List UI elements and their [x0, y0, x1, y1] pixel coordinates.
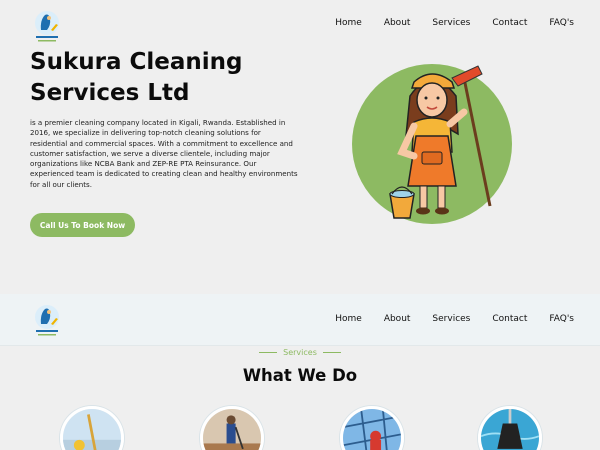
nav-about[interactable]: About: [384, 314, 411, 324]
sticky-main-nav: Home About Services Contact FAQ's: [335, 314, 574, 324]
service-image-pool-cleaning[interactable]: [478, 406, 542, 450]
service-image-window-cleaning[interactable]: [340, 406, 404, 450]
nav-home[interactable]: Home: [335, 18, 362, 28]
nav-contact[interactable]: Contact: [492, 18, 527, 28]
company-logo[interactable]: [32, 304, 62, 338]
nav-faqs[interactable]: FAQ's: [549, 314, 574, 324]
service-image-office-cleaning[interactable]: [200, 406, 264, 450]
services-title: What We Do: [242, 366, 358, 385]
nav-contact[interactable]: Contact: [492, 314, 527, 324]
service-image-floor-mopping[interactable]: [60, 406, 124, 450]
divider-left: [259, 352, 278, 353]
services-eyebrow-label: Services: [283, 348, 317, 357]
cleaning-lady-illustration: [352, 64, 512, 224]
pool-cleaning-image: [481, 409, 539, 450]
main-nav: Home About Services Contact FAQ's: [335, 18, 574, 28]
hero-description: is a premier cleaning company located in…: [30, 118, 298, 189]
call-to-book-button[interactable]: Call Us To Book Now: [30, 213, 135, 237]
top-navbar: Home About Services Contact FAQ's: [0, 0, 600, 52]
sticky-navbar: Home About Services Contact FAQ's: [0, 294, 600, 346]
office-cleaning-image: [203, 409, 261, 450]
nav-services[interactable]: Services: [432, 314, 470, 324]
services-eyebrow: Services: [0, 348, 600, 357]
company-logo[interactable]: [32, 10, 62, 44]
nav-faqs[interactable]: FAQ's: [549, 18, 574, 28]
nav-about[interactable]: About: [384, 18, 411, 28]
floor-mopping-image: [63, 409, 121, 450]
window-cleaning-image: [343, 409, 401, 450]
nav-services[interactable]: Services: [432, 18, 470, 28]
divider-right: [322, 352, 341, 353]
hero-title: Sukura Cleaning Services Ltd: [30, 49, 243, 106]
nav-home[interactable]: Home: [335, 314, 362, 324]
